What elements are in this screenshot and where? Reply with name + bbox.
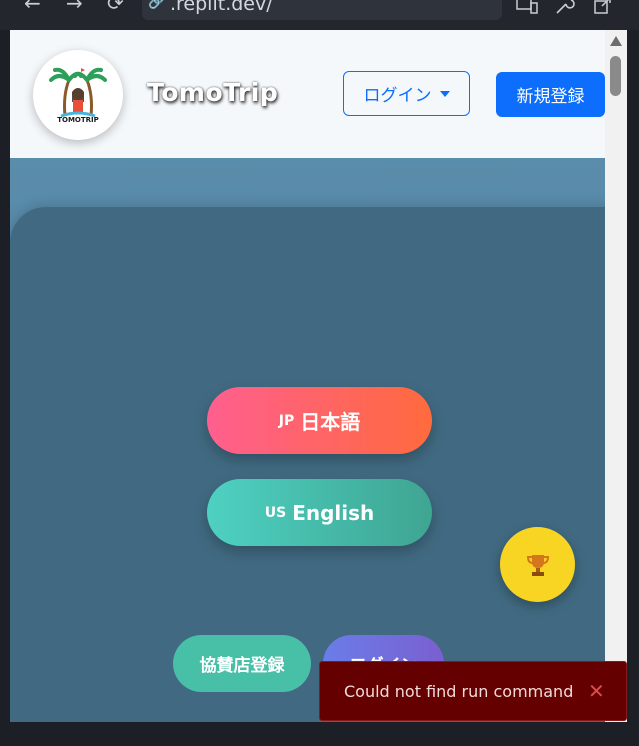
trophy-icon [526,554,549,576]
language-english-button[interactable]: US English [207,479,432,546]
address-bar[interactable]: 🔗 .replit.dev/ [142,0,502,20]
login-label: ログイン [363,86,432,106]
palm-trees-logo-icon [49,67,107,118]
forward-icon[interactable]: → [66,0,83,15]
language-japanese-button[interactable]: JP 日本語 [207,387,432,454]
back-icon[interactable]: ← [24,0,41,15]
url-text: .replit.dev/ [170,0,273,15]
login-dropdown-button[interactable]: ログイン [343,71,470,116]
trophy-button[interactable] [500,527,575,602]
sponsor-register-button[interactable]: 協賛店登録 [173,635,311,692]
error-toast: Could not find run command ✕ [319,661,627,721]
site-header: TOMOTRIP TomoTrip ログイン 新規登録 [10,30,605,158]
open-external-icon[interactable] [594,0,612,14]
link-icon: 🔗 [148,0,166,10]
caret-down-icon [439,90,450,97]
toast-message: Could not find run command [344,682,574,701]
country-code-us: US [264,504,287,521]
browser-toolbar: ← → ⟳ 🔗 .replit.dev/ [0,0,639,30]
register-button[interactable]: 新規登録 [496,72,605,117]
logo-text: TOMOTRIP [57,116,99,124]
close-icon[interactable]: ✕ [588,679,605,703]
brand-name[interactable]: TomoTrip [147,78,278,107]
country-code-jp: JP [278,412,295,429]
reload-icon[interactable]: ⟳ [107,0,124,15]
site-logo[interactable]: TOMOTRIP [33,50,123,140]
scroll-thumb[interactable] [610,56,621,96]
page-viewport: TOMOTRIP TomoTrip ログイン 新規登録 JP 日本語 US En… [10,30,605,722]
hero-card [10,207,605,722]
vertical-scrollbar[interactable] [605,30,627,722]
language-label-jp: 日本語 [300,410,361,434]
scroll-up-arrow-icon[interactable] [610,36,622,46]
device-toggle-icon[interactable] [516,0,538,14]
language-label-en: English [292,500,375,525]
wrench-icon[interactable] [555,0,575,14]
